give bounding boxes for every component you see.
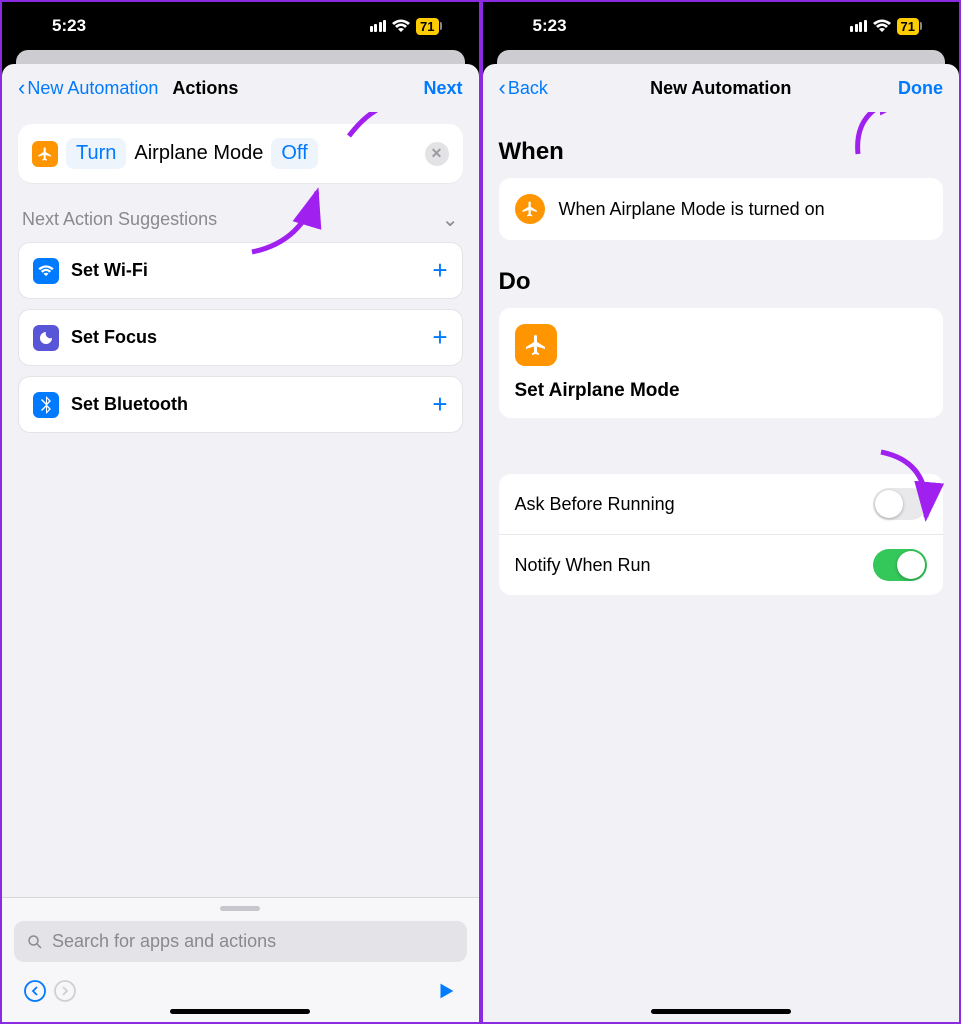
do-card[interactable]: Set Airplane Mode <box>499 308 944 418</box>
back-button[interactable]: ‹ New Automation Actions <box>18 75 238 101</box>
suggestion-focus[interactable]: Set Focus + <box>18 309 463 366</box>
suggestion-bluetooth[interactable]: Set Bluetooth + <box>18 376 463 433</box>
nav-title: Actions <box>172 78 238 99</box>
wifi-icon <box>873 19 891 33</box>
drag-handle[interactable] <box>220 906 260 911</box>
cellular-icon <box>370 20 387 32</box>
redo-button[interactable] <box>50 976 80 1006</box>
search-input[interactable]: Search for apps and actions <box>14 921 467 962</box>
focus-app-icon <box>33 325 59 351</box>
wifi-icon <box>392 19 410 33</box>
toggle-group: Ask Before Running Notify When Run <box>499 474 944 595</box>
status-time: 5:23 <box>52 16 86 36</box>
play-button[interactable] <box>431 976 461 1006</box>
toolbar <box>14 962 467 1012</box>
notify-label: Notify When Run <box>515 555 651 576</box>
notify-toggle[interactable] <box>873 549 927 581</box>
phone-right: 5:23 71 ‹ Back New Automa <box>483 2 960 1022</box>
back-button[interactable]: ‹ Back <box>499 75 548 101</box>
suggestions-header[interactable]: Next Action Suggestions ⌄ <box>18 207 463 232</box>
done-button[interactable]: Done <box>898 78 943 99</box>
when-text: When Airplane Mode is turned on <box>559 199 825 220</box>
nav-title: New Automation <box>650 78 791 99</box>
wifi-app-icon <box>33 258 59 284</box>
battery-icon: 71 <box>416 18 438 35</box>
nav-bar: ‹ Back New Automation Done <box>483 64 960 112</box>
nav-bar: ‹ New Automation Actions Next <box>2 64 479 112</box>
plus-icon: + <box>432 322 447 353</box>
airplane-icon <box>32 141 58 167</box>
clear-button[interactable]: ✕ <box>425 142 449 166</box>
cellular-icon <box>850 20 867 32</box>
phone-left: 5:23 71 ‹ New Automation Actio <box>2 2 479 1022</box>
back-label: Back <box>508 78 548 99</box>
ask-toggle[interactable] <box>873 488 927 520</box>
status-bar: 5:23 71 <box>483 2 960 50</box>
sheet: ‹ New Automation Actions Next Turn Airpl… <box>2 64 479 1022</box>
plus-icon: + <box>432 389 447 420</box>
status-right: 71 <box>370 18 439 35</box>
status-time: 5:23 <box>533 16 567 36</box>
when-card[interactable]: When Airplane Mode is turned on <box>499 178 944 240</box>
action-subject: Airplane Mode <box>134 142 263 165</box>
turn-pill[interactable]: Turn <box>66 138 126 169</box>
close-icon: ✕ <box>431 145 443 162</box>
search-placeholder: Search for apps and actions <box>52 931 276 952</box>
back-label: New Automation <box>27 78 158 99</box>
next-button[interactable]: Next <box>423 78 462 99</box>
do-label: Set Airplane Mode <box>515 380 928 402</box>
sheet: ‹ Back New Automation Done When When Air… <box>483 64 960 1022</box>
ask-before-running-row: Ask Before Running <box>499 474 944 534</box>
state-pill[interactable]: Off <box>271 138 317 169</box>
suggestion-label: Set Wi-Fi <box>71 260 148 281</box>
undo-button[interactable] <box>20 976 50 1006</box>
chevron-down-icon: ⌄ <box>442 207 459 232</box>
plus-icon: + <box>432 255 447 286</box>
airplane-icon <box>515 194 545 224</box>
status-right: 71 <box>850 18 919 35</box>
chevron-left-icon: ‹ <box>18 75 25 101</box>
bluetooth-app-icon <box>33 392 59 418</box>
suggestions-header-label: Next Action Suggestions <box>22 209 217 230</box>
notify-when-run-row: Notify When Run <box>499 534 944 595</box>
status-bar: 5:23 71 <box>2 2 479 50</box>
ask-label: Ask Before Running <box>515 494 675 515</box>
when-header: When <box>499 138 944 166</box>
home-indicator[interactable] <box>651 1009 791 1014</box>
search-icon <box>26 933 44 951</box>
battery-icon: 71 <box>897 18 919 35</box>
airplane-icon <box>515 324 557 366</box>
home-indicator[interactable] <box>170 1009 310 1014</box>
suggestion-wifi[interactable]: Set Wi-Fi + <box>18 242 463 299</box>
chevron-left-icon: ‹ <box>499 75 506 101</box>
suggestion-label: Set Focus <box>71 327 157 348</box>
suggestion-label: Set Bluetooth <box>71 394 188 415</box>
action-card[interactable]: Turn Airplane Mode Off ✕ <box>18 124 463 183</box>
suggestions-list: Set Wi-Fi + Set Focus + Se <box>18 242 463 433</box>
bottom-panel: Search for apps and actions <box>2 897 479 1022</box>
do-header: Do <box>499 268 944 296</box>
